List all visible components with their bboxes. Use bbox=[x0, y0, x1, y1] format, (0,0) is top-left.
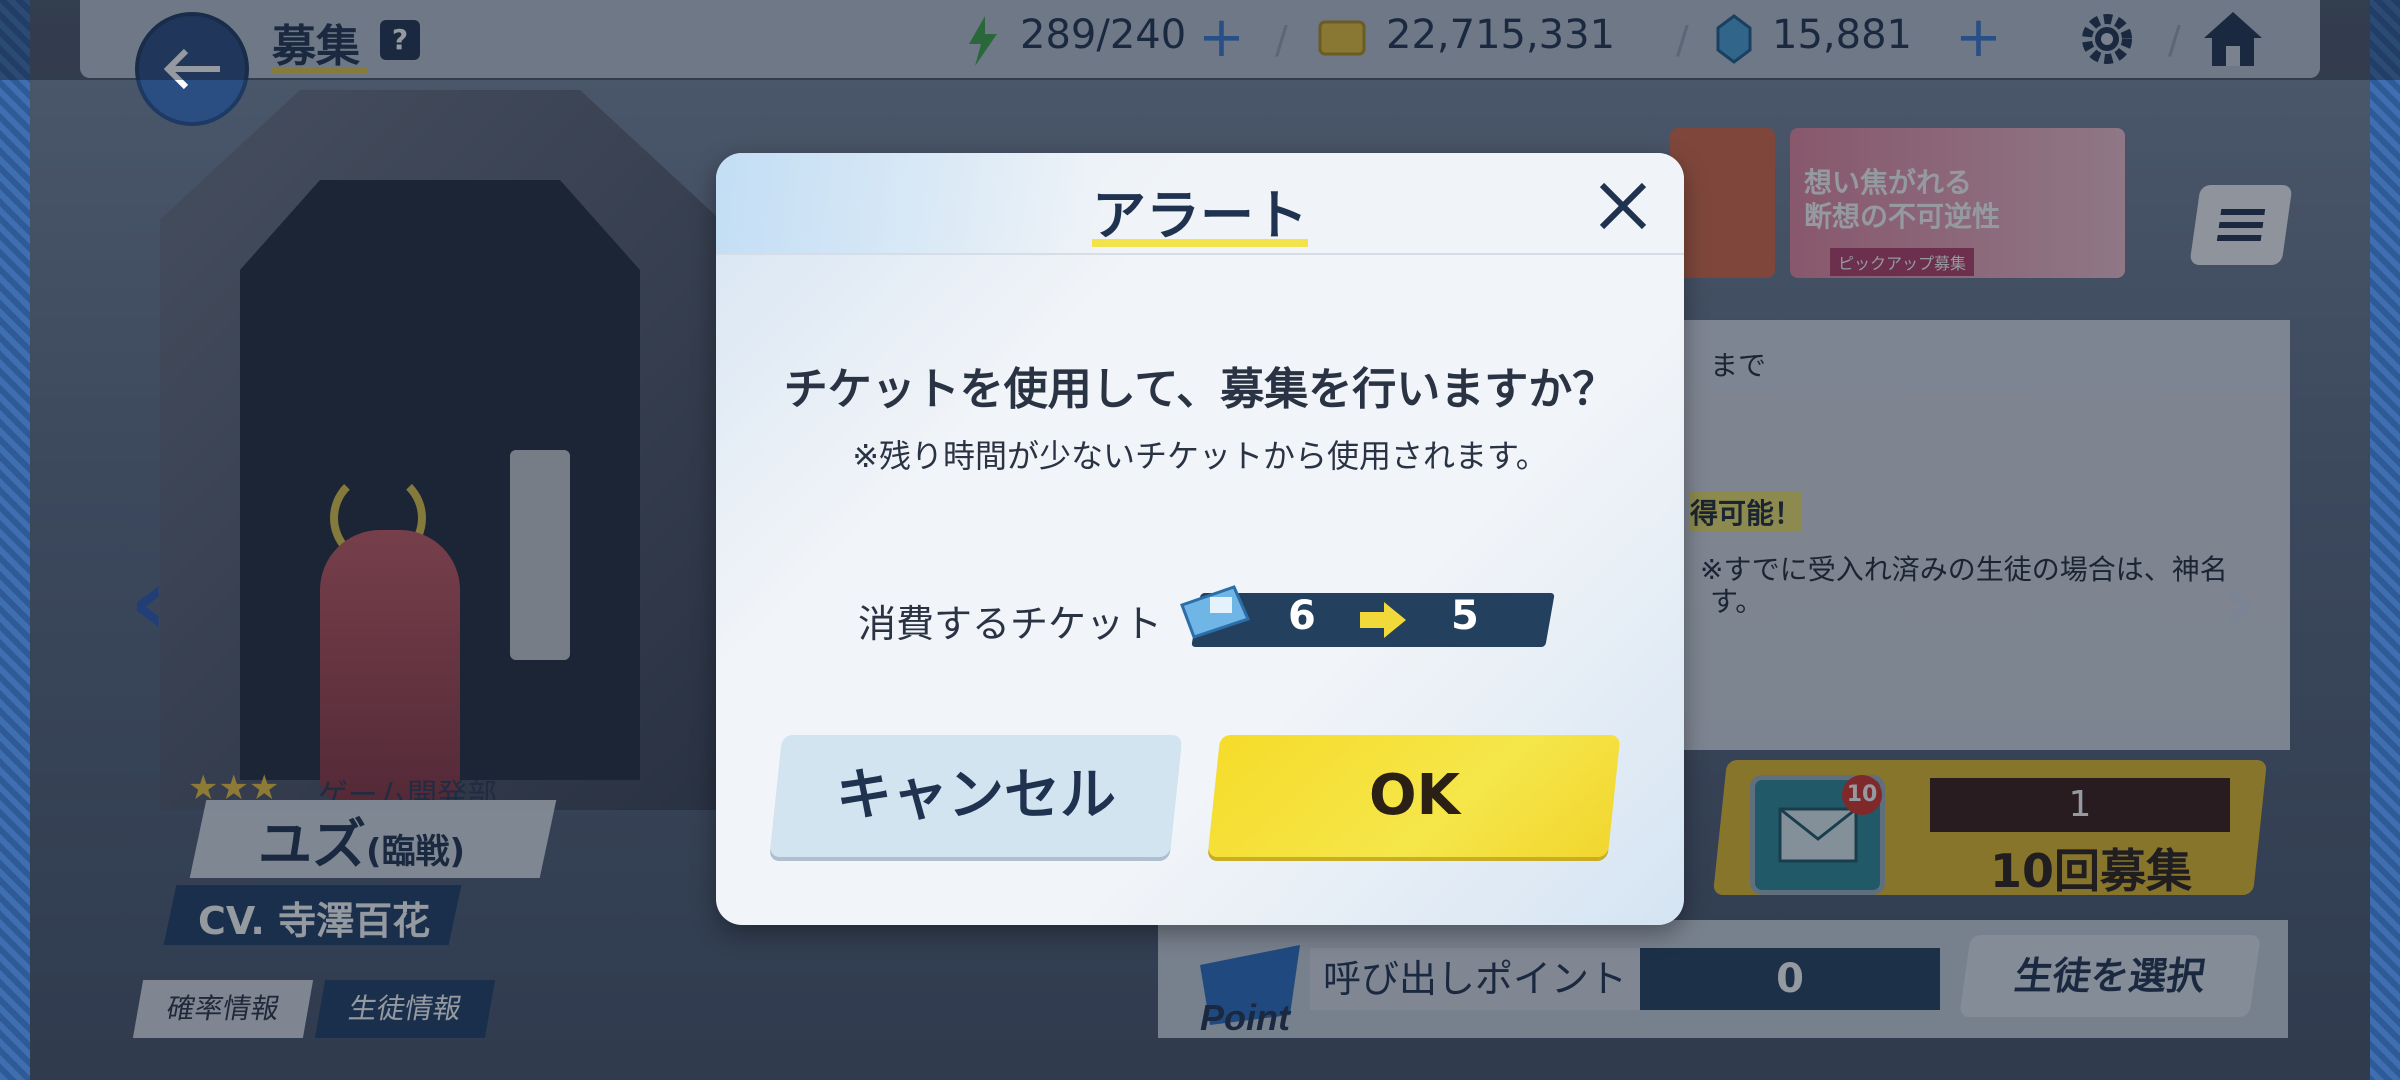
dialog-note: ※残り時間が少ないチケットから使用されます。 bbox=[852, 437, 1548, 475]
consume-ticket-label: 消費するチケット bbox=[858, 602, 1163, 646]
arrow-right-icon bbox=[1360, 602, 1406, 638]
topbar-dim bbox=[0, 0, 2400, 80]
ok-button[interactable]: OK bbox=[1207, 735, 1621, 857]
cancel-button[interactable]: キャンセル bbox=[769, 735, 1183, 857]
dialog-title-underline bbox=[1092, 239, 1308, 247]
dialog-question: チケットを使用して、募集を行いますか？ bbox=[783, 364, 1617, 415]
alert-dialog: アラート チケットを使用して、募集を行いますか？ ※残り時間が少ないチケットから… bbox=[716, 153, 1684, 925]
close-icon[interactable] bbox=[1596, 179, 1650, 233]
ticket-icon bbox=[1180, 585, 1251, 639]
ticket-from: 6 bbox=[1288, 593, 1316, 639]
ticket-to: 5 bbox=[1451, 593, 1479, 639]
ok-label: OK bbox=[1368, 763, 1460, 828]
cancel-label: キャンセル bbox=[836, 763, 1116, 828]
